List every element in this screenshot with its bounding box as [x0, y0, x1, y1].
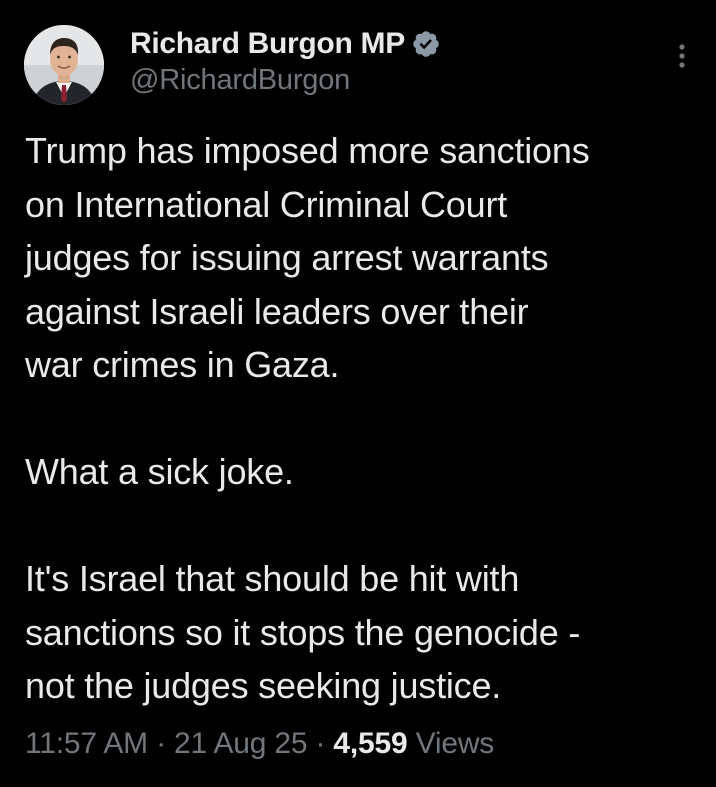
meta-separator: · [147, 727, 174, 760]
verified-badge-icon[interactable] [411, 29, 441, 59]
more-vertical-icon[interactable] [674, 40, 690, 72]
tweet-text: Trump has imposed more sanctions on Inte… [25, 124, 710, 713]
tweet-line: Trump has imposed more sanctions [25, 130, 590, 171]
avatar-portrait-icon [24, 25, 104, 105]
author-name-row: Richard Burgon MP [130, 24, 441, 64]
views-label: Views [415, 727, 495, 760]
tweet-line: What a sick joke. [25, 451, 294, 492]
tweet-line: judges for issuing arrest warrants [25, 237, 549, 278]
tweet-meta: 11:57 AM · 21 Aug 25 · 4,559 Views [25, 727, 494, 761]
tweet-line: war crimes in Gaza. [25, 344, 340, 385]
tweet-time[interactable]: 11:57 AM [25, 727, 148, 760]
meta-separator: · [307, 727, 334, 760]
tweet-line: It's Israel that should be hit with [25, 558, 520, 599]
tweet-date[interactable]: 21 Aug 25 [174, 727, 308, 760]
tweet-line: sanctions so it stops the genocide - [25, 611, 581, 653]
views-count[interactable]: 4,559 [333, 727, 407, 760]
avatar[interactable] [24, 25, 104, 105]
author-handle[interactable]: @RichardBurgon [130, 64, 350, 97]
author-name[interactable]: Richard Burgon MP [130, 27, 405, 61]
tweet-line: against Israeli leaders over their [25, 290, 529, 332]
tweet-line: not the judges seeking justice. [25, 665, 502, 706]
tweet-card: Richard Burgon MP @RichardBurgon Trump h… [0, 0, 716, 787]
tweet-line: on International Criminal Court [25, 183, 508, 225]
